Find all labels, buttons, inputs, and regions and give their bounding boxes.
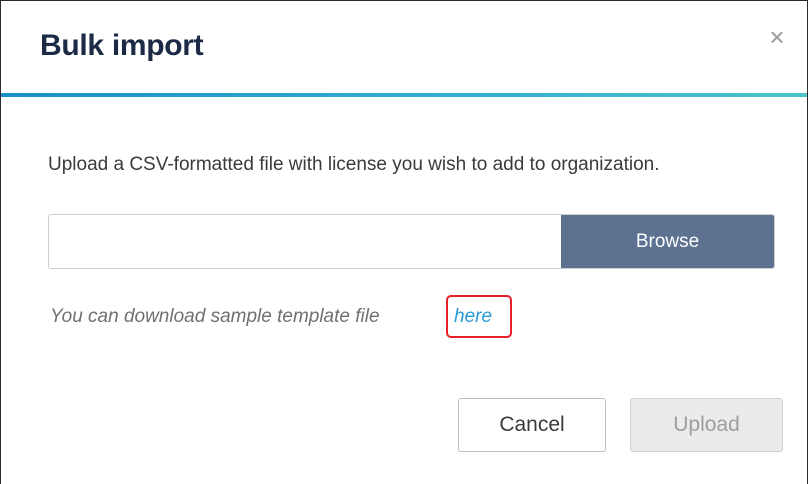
upload-button[interactable]: Upload xyxy=(630,398,783,452)
file-picker: Browse xyxy=(48,214,775,269)
upload-description: Upload a CSV-formatted file with license… xyxy=(48,154,660,175)
dialog-title: Bulk import xyxy=(40,29,204,62)
dialog-header: Bulk import × xyxy=(1,1,807,93)
browse-button[interactable]: Browse xyxy=(561,215,774,268)
bulk-import-dialog: Bulk import × Upload a CSV-formatted fil… xyxy=(0,0,808,484)
template-hint-text: You can download sample template file xyxy=(50,306,380,327)
close-icon[interactable]: × xyxy=(765,24,789,50)
header-accent-bar xyxy=(1,93,807,97)
file-path-input[interactable] xyxy=(49,215,561,268)
download-template-link[interactable]: here xyxy=(454,306,492,328)
cancel-button[interactable]: Cancel xyxy=(458,398,606,452)
